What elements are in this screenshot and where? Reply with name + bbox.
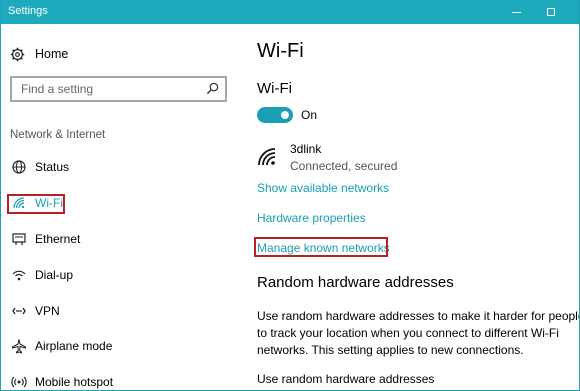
highlight-box-wifi (7, 194, 65, 214)
hardware-properties-link[interactable]: Hardware properties (257, 211, 366, 225)
window-title: Settings (8, 5, 48, 17)
home-label: Home (35, 47, 69, 61)
sidebar-item-ethernet[interactable]: Ethernet (1, 228, 241, 250)
dialup-icon (12, 270, 26, 281)
random-addresses-description: Use random hardware addresses to make it… (257, 309, 580, 357)
sidebar-item-mobile-hotspot[interactable]: Mobile hotspot (1, 371, 241, 390)
wifi-signal-icon (258, 148, 276, 166)
random-addresses-heading: Random hardware addresses (257, 274, 454, 291)
sidebar-item-airplane-mode[interactable]: Airplane mode (1, 335, 241, 357)
sidebar-item-label: Mobile hotspot (35, 375, 114, 389)
sidebar-item-label: Airplane mode (35, 339, 113, 353)
search-placeholder: Find a setting (21, 82, 94, 96)
wifi-toggle[interactable] (257, 107, 293, 123)
vpn-icon (12, 307, 26, 315)
wifi-section-heading: Wi-Fi (257, 80, 292, 97)
sidebar-item-vpn[interactable]: VPN (1, 300, 241, 322)
search-input[interactable]: Find a setting (10, 76, 227, 102)
page-title: Wi-Fi (257, 40, 304, 62)
sidebar-item-label: Dial-up (35, 268, 74, 282)
airplane-icon (12, 339, 26, 354)
random-addresses-sublabel: Use random hardware addresses (257, 372, 435, 386)
maximize-button[interactable] (536, 0, 566, 24)
globe-icon (12, 160, 26, 174)
home-nav-item[interactable]: Home (10, 45, 68, 63)
highlight-box-manage-known (254, 237, 388, 257)
home-gear-icon (10, 47, 25, 61)
section-heading: Network & Internet (10, 129, 106, 141)
toggle-knob (281, 111, 289, 119)
network-status: Connected, secured (290, 159, 398, 173)
search-icon[interactable] (206, 82, 219, 95)
main-content: Wi-Fi Wi-Fi On 3dlink Connected, secured… (254, 24, 580, 390)
sidebar-item-status[interactable]: Status (1, 156, 241, 178)
settings-window: Settings Home Find a setting Network & I… (0, 0, 580, 391)
sidebar-item-label: Status (35, 160, 70, 174)
minimize-icon (511, 11, 521, 13)
minimize-button[interactable] (501, 0, 531, 24)
sidebar: Home Find a setting Network & Internet S… (1, 24, 241, 390)
sidebar-item-label: Ethernet (35, 232, 81, 246)
sidebar-item-dialup[interactable]: Dial-up (1, 264, 241, 286)
network-name: 3dlink (290, 142, 322, 156)
show-available-networks-link[interactable]: Show available networks (257, 181, 389, 195)
hotspot-icon (11, 376, 27, 388)
maximize-icon (547, 8, 555, 16)
title-bar: Settings (1, 0, 579, 24)
wifi-toggle-state: On (301, 108, 318, 122)
ethernet-icon (12, 233, 26, 245)
sidebar-item-label: VPN (35, 304, 60, 318)
